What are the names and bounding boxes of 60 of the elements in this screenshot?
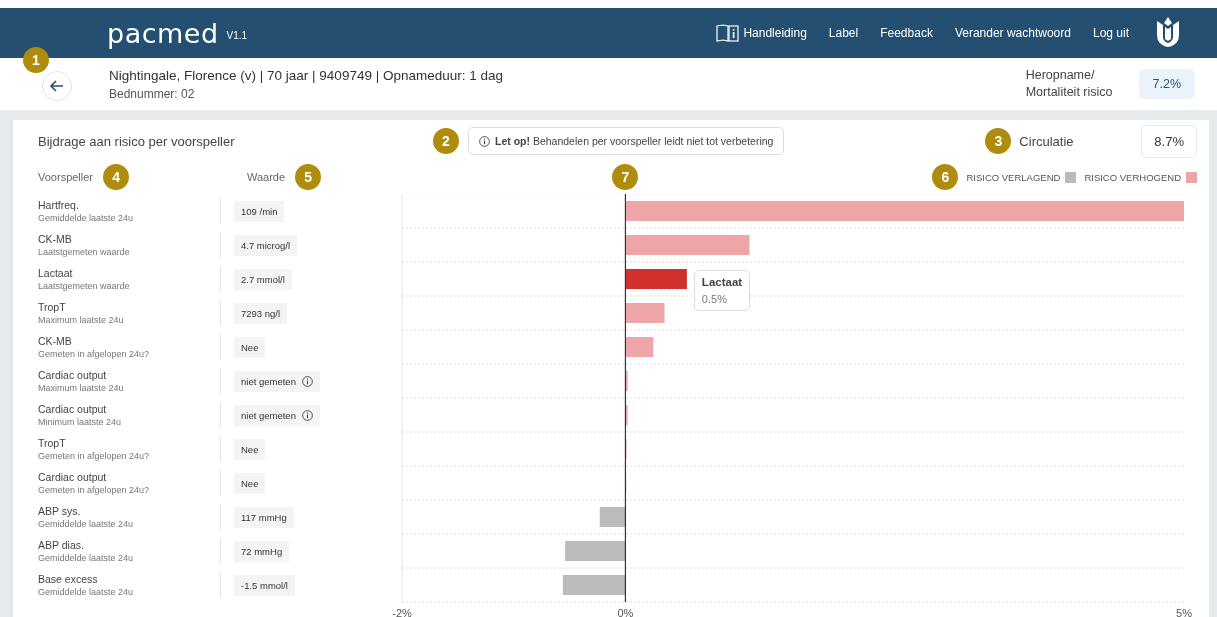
predictor-name: Cardiac output <box>38 368 108 382</box>
predictor-detail: Gemeten in afgelopen 24u? <box>38 449 151 462</box>
predictor-detail: Gemeten in afgelopen 24u? <box>38 483 151 496</box>
predictor-detail: Gemiddelde laatste 24u <box>38 585 135 598</box>
predictor-detail: Laatstgemeten waarde <box>38 245 131 258</box>
value-chip: Nee <box>234 438 266 460</box>
value-chip: niet gemeten <box>234 370 320 392</box>
predictor-name: CK-MB <box>38 334 73 348</box>
legend-label: RISICO VERLAGEND <box>966 171 1061 183</box>
legend-label: RISICO VERHOGEND <box>1084 171 1181 183</box>
value-chip: 109 /min <box>234 200 285 222</box>
column-header: Voorspeller <box>38 171 94 183</box>
predictor-detail: Gemiddelde laatste 24u <box>38 211 135 224</box>
predictor-detail: Gemiddelde laatste 24u <box>38 551 135 564</box>
category-risk-value: 8.7% <box>1141 124 1197 158</box>
callout-badge: 6 <box>932 164 959 190</box>
axis-tick-label: -2% <box>392 607 412 617</box>
axis-tick-label: 0% <box>617 607 634 617</box>
value-chip: 2.7 mmol/l <box>234 268 292 290</box>
value-chip: Nee <box>234 472 266 494</box>
tooltip: Lactaat 0.5% <box>693 270 751 311</box>
predictor-name: TropT <box>38 436 67 450</box>
predictor-detail: Maximum laatste 24u <box>38 313 125 326</box>
callout-badge: 3 <box>985 128 1012 154</box>
value-chip: Nee <box>234 336 266 358</box>
callout-badge: 7 <box>612 164 639 190</box>
value-chip: -1.5 mmol/l <box>234 574 295 596</box>
predictor-name: ABP dias. <box>38 538 85 552</box>
predictor-detail: Gemeten in afgelopen 24u? <box>38 347 151 360</box>
value-chip: niet gemeten <box>234 404 320 426</box>
predictor-name: Cardiac output <box>38 402 108 416</box>
predictor-name: Cardiac output <box>38 470 108 484</box>
predictor-name: TropT <box>38 300 67 314</box>
version-label: V1.1 <box>226 29 248 41</box>
predictor-name: Hartfreq. <box>38 198 80 212</box>
value-chip: 117 mmHg <box>234 506 294 528</box>
category-label: Circulatie <box>1019 133 1075 149</box>
value-chip: 4.7 microg/l <box>234 234 298 256</box>
bed-number: Bednummer: 02 <box>109 86 196 101</box>
warning-text: Let op! Behandelen per voorspeller leidt niet tot verbetering <box>495 135 774 147</box>
predictor-name: Base excess <box>38 572 99 586</box>
value-chip: 7293 ng/l <box>234 302 288 324</box>
predictor-detail: Maximum laatste 24u <box>38 381 125 394</box>
predictor-detail: Minimum laatste 24u <box>38 415 123 428</box>
callout-badge: 1 <box>23 47 49 73</box>
predictor-detail: Gemiddelde laatste 24u <box>38 517 135 530</box>
predictor-name: ABP sys. <box>38 504 82 518</box>
callout-badge: 2 <box>433 128 459 154</box>
risk-label: Heropname/ Mortaliteit risico <box>1025 67 1113 101</box>
value-chip: 72 mmHg <box>234 540 290 562</box>
panel-title: Bijdrage aan risico per voorspeller <box>38 133 236 149</box>
predictor-detail: Laatstgemeten waarde <box>38 279 131 292</box>
column-header: Waarde <box>247 171 286 183</box>
predictor-name: CK-MB <box>38 232 73 246</box>
risk-value: 7.2% <box>1138 69 1195 99</box>
callout-badge: 4 <box>103 164 130 190</box>
predictor-name: Lactaat <box>38 266 74 280</box>
callout-badge: 5 <box>295 164 322 190</box>
axis-tick-label: 5% <box>1176 607 1192 617</box>
patient-title: Nightingale, Florence (v) | 70 jaar | 9409749 | Opnameduur: 1 dag <box>109 67 503 83</box>
